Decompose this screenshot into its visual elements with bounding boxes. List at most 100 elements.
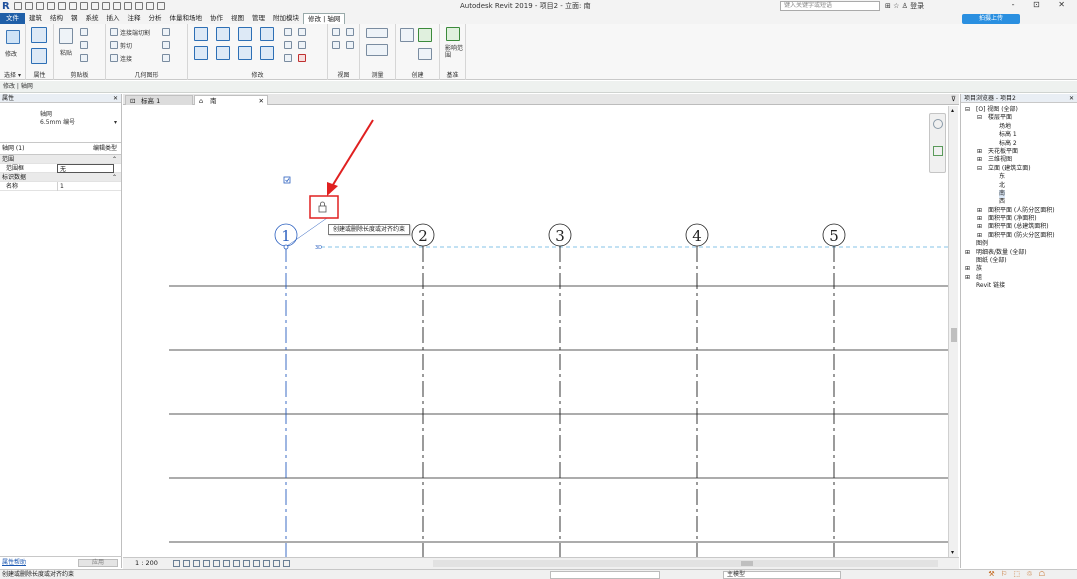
grid-5[interactable]: 5 (822, 223, 846, 557)
browser-item-label[interactable]: 面积平面 (防火分区面积) (988, 232, 1055, 240)
tab-4[interactable]: 系统 (82, 13, 103, 24)
measure-distance-icon[interactable] (366, 28, 388, 38)
sun-path-icon[interactable] (193, 560, 200, 567)
tab-2[interactable]: 结构 (46, 13, 67, 24)
geometry-item-label[interactable]: 连接 (120, 54, 132, 63)
expand-icon[interactable]: ⊞ (977, 156, 982, 164)
properties-icon[interactable] (31, 27, 47, 43)
geometry-item-label[interactable]: 剪切 (120, 41, 132, 50)
pin-icon[interactable] (284, 54, 292, 62)
tab-3[interactable]: 钢 (67, 13, 82, 24)
3d-view-icon[interactable] (124, 2, 132, 10)
browser-item[interactable]: 东 (961, 173, 1077, 181)
override-icon[interactable] (346, 28, 354, 36)
save-icon[interactable] (25, 2, 33, 10)
browser-item-label[interactable]: 标高 2 (999, 140, 1017, 148)
visual-style-icon[interactable] (183, 560, 190, 567)
reveal-icon[interactable] (346, 41, 354, 49)
browser-item-label[interactable]: 南 (999, 189, 1006, 199)
property-category[interactable]: 范围 ⌃ (0, 155, 121, 164)
redo-icon[interactable] (58, 2, 66, 10)
navigation-bar[interactable] (929, 113, 946, 173)
cope-icon[interactable] (110, 28, 118, 36)
elevation-drawing[interactable]: 1 2 3 4 5 3D (123, 106, 948, 557)
tab-7[interactable]: 分析 (145, 13, 166, 24)
open-icon[interactable] (14, 2, 22, 10)
close-icon[interactable]: ✕ (259, 96, 264, 106)
expand-icon[interactable]: ⊞ (977, 223, 982, 231)
tab-5[interactable]: 插入 (103, 13, 124, 24)
grid-1[interactable]: 1 (274, 223, 298, 557)
paint-icon[interactable] (162, 54, 170, 62)
steering-wheel-icon[interactable] (933, 119, 943, 129)
collapse-icon[interactable]: ⊟ (977, 114, 982, 122)
zoom-icon[interactable] (933, 146, 943, 156)
property-value[interactable]: 1 (57, 182, 114, 191)
scroll-down-icon[interactable]: ▾ (951, 549, 954, 556)
browser-item[interactable]: 标高 1 (961, 131, 1077, 139)
switch-windows-icon[interactable] (157, 2, 165, 10)
detail-level-icon[interactable] (173, 560, 180, 567)
browser-item[interactable]: ⊞ 面积平面 (总建筑面积) (961, 223, 1077, 231)
browser-item[interactable]: 场地 (961, 123, 1077, 131)
browser-item[interactable]: 图例 (961, 240, 1077, 248)
status-icons[interactable]: ⚒ ⚐ ⬚ ♲ ☖ (988, 570, 1047, 579)
tab-6[interactable]: 注释 (124, 13, 145, 24)
browser-item[interactable]: ⊟ [O] 视图 (全部) (961, 106, 1077, 114)
tab-13[interactable]: 修改 | 轴网 (303, 12, 346, 25)
geometry-item-label[interactable]: 连接端切割 (120, 28, 150, 37)
browser-item[interactable]: ⊞ 明细表/数量 (全部) (961, 249, 1077, 257)
crop-view-icon[interactable] (223, 560, 230, 567)
paste-icon[interactable] (59, 28, 73, 44)
tabs-menu-icon[interactable]: ⊽ (951, 94, 956, 104)
scroll-thumb[interactable] (951, 328, 957, 342)
search-input[interactable]: 键入关键字或短语 (780, 1, 880, 11)
dimension-icon[interactable] (91, 2, 99, 10)
tag-icon[interactable] (102, 2, 110, 10)
show-crop-icon[interactable] (233, 560, 240, 567)
cloud-upload-button[interactable]: 拍摄上传 (962, 14, 1020, 24)
copy-icon[interactable] (80, 41, 88, 49)
drawing-canvas[interactable]: 1 2 3 4 5 3D 创建或删除长度或对齐约束 (123, 106, 948, 557)
close-hidden-icon[interactable] (146, 2, 154, 10)
align-icon[interactable] (194, 27, 208, 41)
browser-item[interactable]: ⊞ 族 (961, 265, 1077, 273)
browser-item-label[interactable]: 面积平面 (人防分区面积) (988, 207, 1055, 215)
property-category[interactable]: 标识数据 ⌃ (0, 173, 121, 182)
tab-south[interactable]: ⌂ 南 ✕ (194, 95, 268, 105)
expand-icon[interactable]: ⊞ (977, 207, 982, 215)
text-icon[interactable] (113, 2, 121, 10)
panel-label-select[interactable]: 选择 ▾ (0, 70, 25, 79)
mirror-draw-icon[interactable] (260, 27, 274, 41)
tab-9[interactable]: 协作 (206, 13, 227, 24)
delete-icon[interactable] (298, 54, 306, 62)
browser-item[interactable]: ⊞ 面积平面 (防火分区面积) (961, 232, 1077, 240)
tab-1[interactable]: 建筑 (25, 13, 46, 24)
browser-item-label[interactable]: 立面 (建筑立面) (988, 165, 1031, 173)
linework-icon[interactable] (332, 41, 340, 49)
measure-icon[interactable] (80, 2, 88, 10)
browser-item-label[interactable]: 西 (999, 198, 1005, 206)
horizontal-scrollbar[interactable] (433, 560, 938, 567)
browser-item-label[interactable]: 三维视图 (988, 156, 1012, 164)
browser-item-label[interactable]: 标高 1 (999, 131, 1017, 139)
lock-3d-icon[interactable] (263, 560, 270, 567)
split-icon[interactable] (284, 28, 292, 36)
scroll-thumb[interactable] (741, 561, 753, 566)
tab-level-1[interactable]: ⊡ 标高 1 (125, 95, 193, 105)
match-type-icon[interactable] (80, 54, 88, 62)
browser-item[interactable]: 西 (961, 198, 1077, 206)
browser-item-label[interactable]: 图例 (976, 240, 988, 248)
browser-item-label[interactable]: 场地 (999, 123, 1011, 131)
chevron-down-icon[interactable]: ▾ (114, 119, 117, 127)
scope-box-icon[interactable] (446, 27, 460, 41)
instance-filter-label[interactable]: 轴网 (1) (2, 145, 24, 152)
browser-item[interactable]: 标高 2 (961, 140, 1077, 148)
browser-item[interactable]: ⊞ 三维视图 (961, 156, 1077, 164)
analytical-icon[interactable] (273, 560, 280, 567)
join-icon[interactable] (110, 54, 118, 62)
close-icon[interactable]: ✕ (113, 94, 118, 103)
expand-icon[interactable]: ⊞ (965, 249, 970, 257)
browser-item-label[interactable]: 组 (976, 274, 982, 282)
tab-11[interactable]: 管理 (248, 13, 269, 24)
